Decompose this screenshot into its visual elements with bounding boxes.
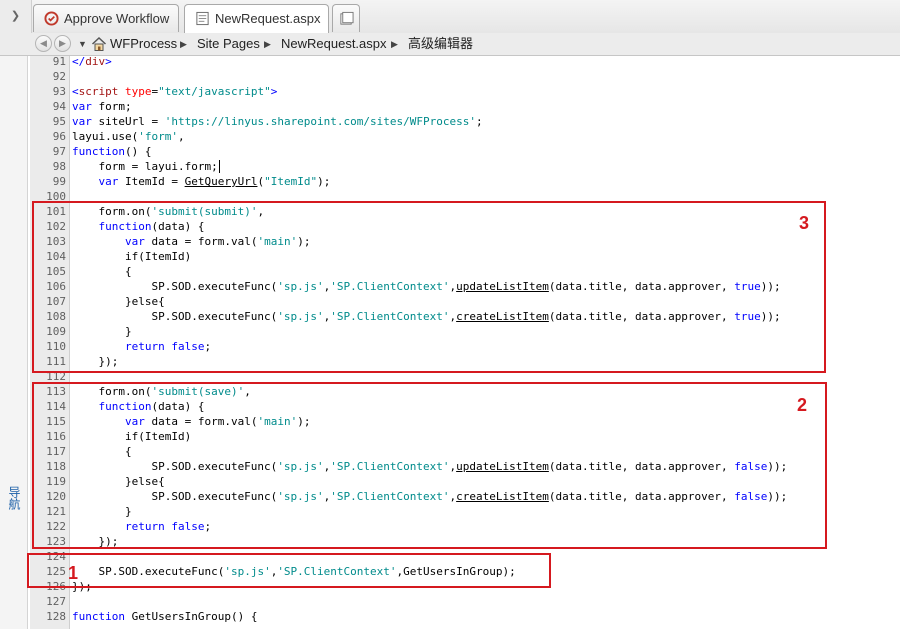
breadcrumb-item[interactable]: WFProcess [110, 33, 177, 55]
annotation-box-getusers [27, 553, 551, 588]
breadcrumb-separator-icon: ▶ [180, 39, 187, 49]
tab-approve-workflow[interactable]: Approve Workflow [33, 4, 179, 32]
workflow-icon [44, 11, 59, 26]
tab-strip: ❯ Approve Workflow NewRequest.aspx [0, 0, 900, 34]
annotation-number: 2 [797, 395, 808, 415]
breadcrumb-item[interactable]: NewRequest.aspx [281, 33, 387, 55]
code-text[interactable]: layui.use('form', [72, 129, 185, 144]
code-text[interactable]: <script type="text/javascript"> [72, 84, 277, 99]
code-line[interactable]: 95 var siteUrl = 'https://linyus.sharepoi… [30, 114, 900, 129]
code-line[interactable]: 96 layui.use('form', [30, 129, 900, 144]
annotation-box-save [32, 382, 827, 549]
navigation-pane[interactable]: 导航 [0, 56, 28, 629]
line-number: 92 [52, 70, 66, 83]
breadcrumb-item[interactable]: 高级编辑器 [408, 33, 473, 55]
address-bar: ◀ ▶ ▼ WFProcess ▶ Site Pages ▶ NewReques… [0, 33, 900, 56]
annotation-number: 3 [799, 213, 810, 233]
expand-arrow-icon[interactable]: ❯ [0, 0, 32, 33]
breadcrumb-separator-icon: ▶ [391, 39, 398, 49]
code-text[interactable]: function() { [72, 144, 151, 159]
code-text[interactable]: var siteUrl = 'https://linyus.sharepoint… [72, 114, 483, 129]
line-number: 98 [52, 160, 66, 173]
code-text[interactable]: var ItemId = GetQueryUrl("ItemId"); [72, 174, 331, 189]
line-number: 99 [52, 175, 66, 188]
code-text[interactable]: function GetUsersInGroup() { [72, 609, 257, 624]
home-icon[interactable] [91, 36, 107, 52]
annotation-box-submit [32, 201, 826, 373]
line-number: 93 [52, 85, 66, 98]
back-button[interactable]: ◀ [35, 35, 52, 52]
line-number: 95 [52, 115, 66, 128]
forward-button[interactable]: ▶ [54, 35, 71, 52]
page-icon [196, 11, 209, 26]
line-number: 91 [52, 56, 66, 68]
code-line[interactable]: 92 [30, 69, 900, 84]
code-line[interactable]: 97 function() { [30, 144, 900, 159]
history-dropdown-icon[interactable]: ▼ [78, 33, 87, 55]
code-line[interactable]: 91 </div> [30, 56, 900, 69]
line-number: 96 [52, 130, 66, 143]
breadcrumb-separator-icon: ▶ [264, 39, 271, 49]
tab-label: Approve Workflow [64, 11, 170, 26]
annotation-number: 1 [68, 563, 79, 583]
line-number: 127 [46, 595, 66, 608]
code-line[interactable]: 94 var form; [30, 99, 900, 114]
line-number: 97 [52, 145, 66, 158]
code-text[interactable]: </div> [72, 56, 112, 69]
code-line[interactable]: 127 [30, 594, 900, 609]
code-line[interactable]: 93 <script type="text/javascript"> [30, 84, 900, 99]
navigation-label[interactable]: 导航 [3, 486, 23, 510]
new-tab-button[interactable] [332, 4, 360, 32]
code-text[interactable]: var form; [72, 99, 132, 114]
code-text[interactable]: form = layui.form; [72, 159, 220, 174]
new-tab-icon [340, 11, 354, 25]
code-line[interactable]: 128 function GetUsersInGroup() { [30, 609, 900, 624]
line-number: 128 [46, 610, 66, 623]
code-line[interactable]: 99 var ItemId = GetQueryUrl("ItemId"); [30, 174, 900, 189]
line-number: 94 [52, 100, 66, 113]
tab-label: NewRequest.aspx [215, 11, 321, 26]
tab-newrequest[interactable]: NewRequest.aspx [184, 4, 329, 34]
breadcrumb-item[interactable]: Site Pages [197, 33, 260, 55]
code-line[interactable]: 98 form = layui.form; [30, 159, 900, 174]
